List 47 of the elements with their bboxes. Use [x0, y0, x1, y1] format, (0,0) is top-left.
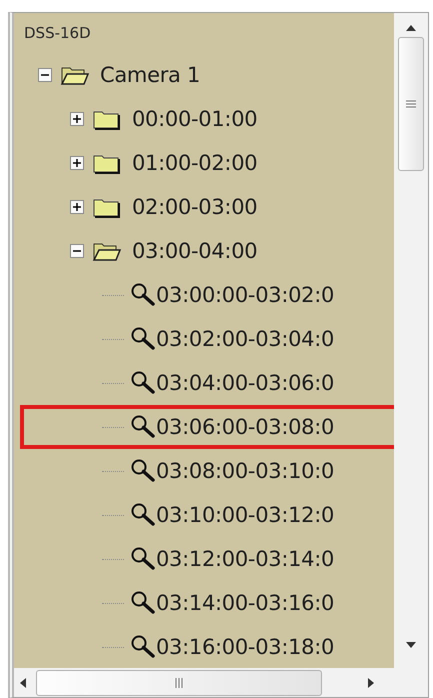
magnifier-icon: [130, 283, 156, 307]
folder-label[interactable]: 02:00-03:00: [132, 195, 258, 219]
highlighted-tree-item[interactable]: 03:06:00-03:08:0: [20, 405, 394, 449]
expand-toggle[interactable]: [70, 156, 84, 170]
expand-toggle[interactable]: [70, 200, 84, 214]
collapse-toggle[interactable]: [38, 68, 52, 82]
magnifier-icon: [130, 459, 156, 483]
recording-label[interactable]: 03:00:00-03:02:0: [156, 283, 334, 307]
tree-item[interactable]: 03:14:00-03:16:0: [20, 581, 394, 625]
recording-label[interactable]: 03:06:00-03:08:0: [156, 415, 334, 439]
tree-item[interactable]: 03:08:00-03:10:0: [20, 449, 394, 493]
scroll-left-icon[interactable]: [20, 678, 26, 688]
scroll-thumb[interactable]: [36, 670, 322, 696]
magnifier-icon: [130, 371, 156, 395]
magnifier-icon: [130, 503, 156, 527]
tree-item[interactable]: 03:00:00-03:02:0: [20, 273, 394, 317]
recording-label[interactable]: 03:12:00-03:14:0: [156, 547, 334, 571]
plus-icon: [73, 159, 81, 167]
expand-toggle[interactable]: [70, 112, 84, 126]
magnifier-icon: [130, 547, 156, 571]
tree-item[interactable]: 03:10:00-03:12:0: [20, 493, 394, 537]
recording-label[interactable]: 03:14:00-03:16:0: [156, 591, 334, 615]
tree-item[interactable]: 03:02:00-03:04:0: [20, 317, 394, 361]
folder-label[interactable]: 00:00-01:00: [132, 107, 258, 131]
plus-icon: [73, 115, 81, 123]
scroll-thumb[interactable]: [398, 37, 424, 171]
scroll-up-icon[interactable]: [406, 25, 416, 31]
magnifier-icon: [130, 415, 156, 439]
recording-label[interactable]: 03:04:00-03:06:0: [156, 371, 334, 395]
scroll-right-icon[interactable]: [368, 678, 374, 688]
folder-label[interactable]: 01:00-02:00: [132, 151, 258, 175]
tree-item[interactable]: 03:04:00-03:06:0: [20, 361, 394, 405]
recording-label[interactable]: 03:08:00-03:10:0: [156, 459, 334, 483]
magnifier-icon: [130, 635, 156, 659]
scroll-down-icon[interactable]: [406, 642, 416, 648]
collapse-toggle[interactable]: [70, 244, 84, 258]
recording-label[interactable]: 03:16:00-03:18:0: [156, 635, 334, 659]
folder-label[interactable]: Camera 1: [100, 63, 200, 87]
magnifier-icon: [130, 591, 156, 615]
tree-item[interactable]: 03:16:00-03:18:0: [20, 625, 394, 668]
recording-label[interactable]: 03:10:00-03:12:0: [156, 503, 334, 527]
tree-title: DSS-16D: [23, 23, 92, 44]
tree-item[interactable]: 03:12:00-03:14:0: [20, 537, 394, 581]
recording-label[interactable]: 03:02:00-03:04:0: [156, 327, 334, 351]
plus-icon: [73, 203, 81, 211]
magnifier-icon: [130, 327, 156, 351]
folder-label[interactable]: 03:00-04:00: [132, 239, 258, 263]
